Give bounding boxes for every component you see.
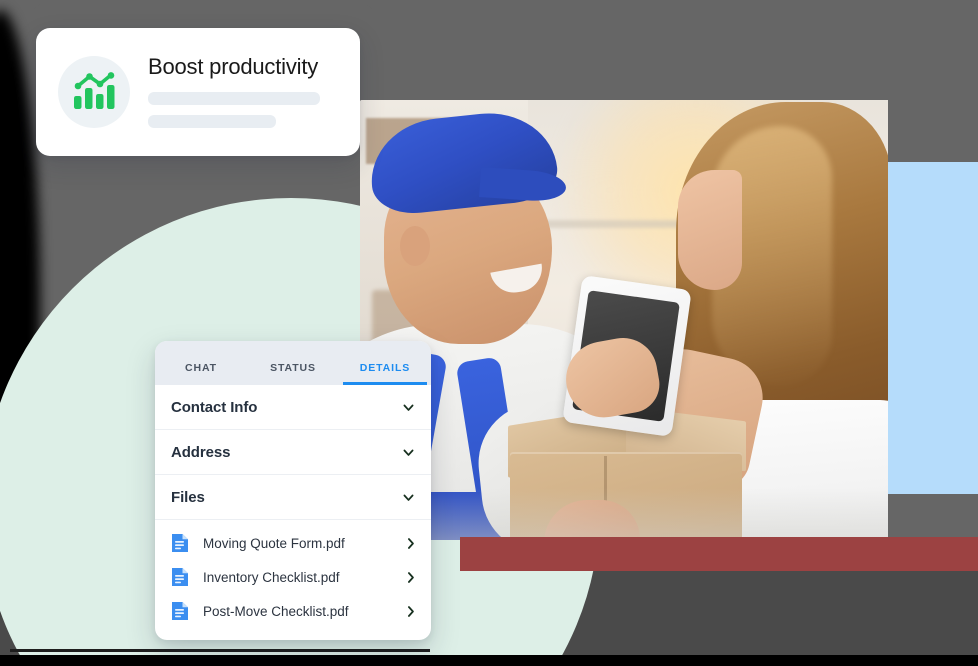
files-list: Moving Quote Form.pdf Inventory Checklis… bbox=[155, 520, 431, 640]
tab-details[interactable]: DETAILS bbox=[339, 362, 431, 385]
hero-photo bbox=[360, 100, 888, 540]
background-bottom-line bbox=[10, 649, 430, 652]
boost-card-title: Boost productivity bbox=[148, 54, 319, 79]
accordion-files[interactable]: Files bbox=[155, 475, 431, 520]
background-bottom-strip bbox=[0, 655, 978, 666]
chevron-down-icon[interactable] bbox=[402, 446, 415, 459]
document-icon bbox=[172, 568, 188, 586]
file-row[interactable]: Moving Quote Form.pdf bbox=[155, 526, 431, 560]
accordion-address[interactable]: Address bbox=[155, 430, 431, 475]
chevron-right-icon[interactable] bbox=[406, 537, 415, 550]
details-tab-bar: CHAT STATUS DETAILS bbox=[155, 341, 431, 385]
tab-status[interactable]: STATUS bbox=[247, 362, 339, 385]
file-name: Post-Move Checklist.pdf bbox=[203, 603, 349, 619]
accordion-files-label: Files bbox=[171, 489, 205, 506]
photo-bottom-shade bbox=[360, 488, 888, 540]
boost-card-text-block: Boost productivity bbox=[148, 56, 338, 128]
file-row[interactable]: Inventory Checklist.pdf bbox=[155, 560, 431, 594]
boost-icon-container bbox=[58, 56, 130, 128]
details-panel: CHAT STATUS DETAILS Contact Info Address… bbox=[155, 341, 431, 640]
chevron-right-icon[interactable] bbox=[406, 605, 415, 618]
background-blue-rectangle bbox=[888, 162, 978, 494]
file-name: Moving Quote Form.pdf bbox=[203, 535, 345, 551]
document-icon bbox=[172, 534, 188, 552]
background-red-bar bbox=[460, 537, 978, 571]
document-icon bbox=[172, 602, 188, 620]
bar-chart-growth-icon bbox=[74, 72, 115, 109]
screenshot-stage: Boost productivity CHAT STATUS DETAILS C… bbox=[0, 0, 978, 666]
chevron-right-icon[interactable] bbox=[406, 571, 415, 584]
file-name: Inventory Checklist.pdf bbox=[203, 569, 340, 585]
boost-skeleton-line-2 bbox=[148, 115, 276, 128]
photo-woman-face bbox=[678, 170, 742, 290]
chevron-down-icon[interactable] bbox=[402, 401, 415, 414]
boost-productivity-card[interactable]: Boost productivity bbox=[36, 28, 360, 156]
file-row[interactable]: Post-Move Checklist.pdf bbox=[155, 594, 431, 628]
chevron-down-icon[interactable] bbox=[402, 491, 415, 504]
accordion-contact-info[interactable]: Contact Info bbox=[155, 385, 431, 430]
accordion-address-label: Address bbox=[171, 444, 231, 461]
tab-chat[interactable]: CHAT bbox=[155, 362, 247, 385]
photo-mover-ear bbox=[400, 226, 430, 266]
boost-skeleton-line-1 bbox=[148, 92, 320, 105]
accordion-contact-info-label: Contact Info bbox=[171, 399, 258, 416]
